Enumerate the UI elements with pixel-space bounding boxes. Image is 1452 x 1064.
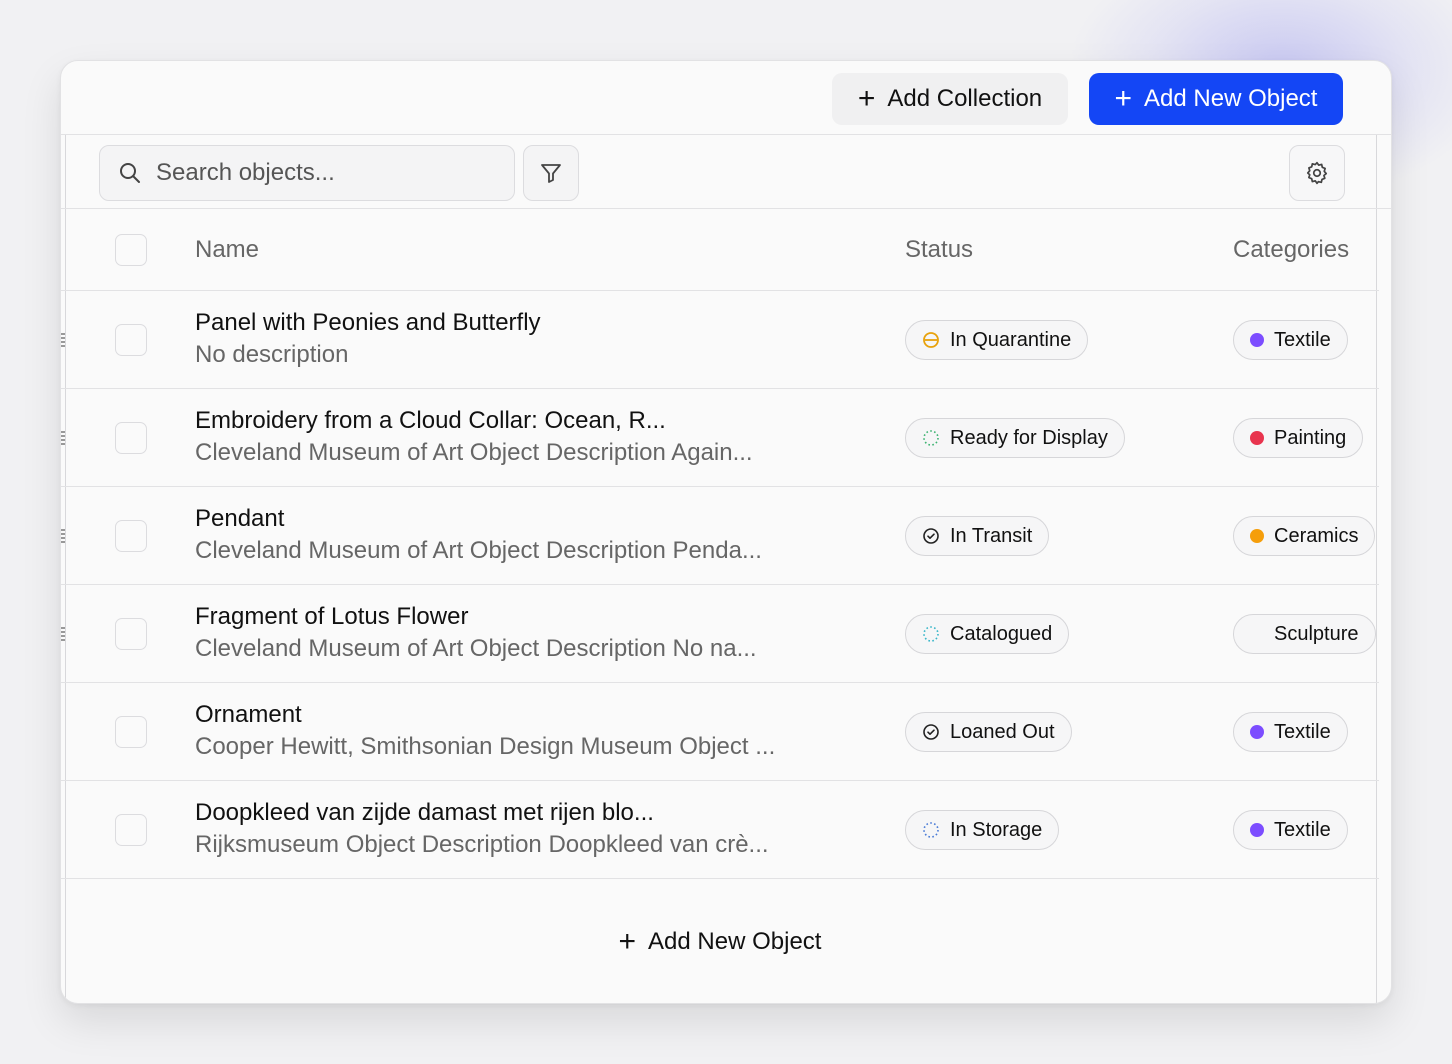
search-icon (120, 163, 140, 183)
table-row[interactable]: Doopkleed van zijde damast met rijen blo… (61, 781, 1379, 879)
add-collection-label: Add Collection (887, 85, 1043, 112)
drag-handle-icon[interactable] (61, 333, 65, 347)
category-label: Sculpture (1274, 622, 1359, 645)
category-badge[interactable]: Sculpture (1233, 614, 1376, 654)
category-badge[interactable]: Textile (1233, 320, 1348, 360)
objects-panel: + Add Collection + Add New Object Search… (60, 60, 1392, 1004)
status-label: In Storage (950, 818, 1043, 841)
category-label: Textile (1274, 818, 1331, 841)
object-description: No description (195, 341, 349, 368)
category-label: Painting (1274, 426, 1347, 449)
category-label: Ceramics (1274, 524, 1359, 547)
table-row[interactable]: Embroidery from a Cloud Collar: Ocean, R… (61, 389, 1379, 487)
object-description: Rijksmuseum Object Description Doopkleed… (195, 831, 769, 858)
row-checkbox[interactable] (115, 324, 147, 356)
row-checkbox[interactable] (115, 618, 147, 650)
status-label: Catalogued (950, 622, 1053, 645)
object-title[interactable]: Embroidery from a Cloud Collar: Ocean, R… (195, 407, 666, 435)
table-row[interactable]: Pendant Cleveland Museum of Art Object D… (61, 487, 1379, 585)
table-body: Panel with Peonies and Butterfly No desc… (61, 291, 1379, 879)
row-checkbox[interactable] (115, 520, 147, 552)
object-title[interactable]: Fragment of Lotus Flower (195, 603, 468, 631)
status-badge[interactable]: Ready for Display (905, 418, 1125, 458)
table-row[interactable]: Fragment of Lotus Flower Cleveland Museu… (61, 585, 1379, 683)
add-new-object-button[interactable]: + Add New Object (1089, 73, 1343, 125)
drag-handle-icon[interactable] (61, 627, 65, 641)
object-description: Cleveland Museum of Art Object Descripti… (195, 635, 757, 662)
search-box[interactable] (99, 145, 515, 201)
check-circle-icon (923, 724, 939, 740)
category-color-dot (1250, 333, 1264, 347)
status-badge[interactable]: In Quarantine (905, 320, 1089, 360)
status-label: Loaned Out (950, 720, 1055, 743)
category-color-dot (1250, 529, 1264, 543)
plus-icon: + (1114, 82, 1133, 115)
column-header-categories[interactable]: Categories (1233, 236, 1349, 264)
object-title[interactable]: Doopkleed van zijde damast met rijen blo… (195, 799, 654, 827)
add-collection-button[interactable]: + Add Collection (832, 73, 1068, 125)
category-color-dot (1250, 627, 1264, 641)
dotted-circle-icon (923, 430, 939, 446)
add-new-object-label: Add New Object (1144, 85, 1318, 112)
search-input[interactable] (156, 159, 496, 187)
table-row[interactable]: Panel with Peonies and Butterfly No desc… (61, 291, 1379, 389)
half-circle-icon (923, 332, 939, 348)
footer-add-new-object-label: Add New Object (648, 928, 822, 955)
drag-handle-icon[interactable] (61, 529, 65, 543)
filter-icon (541, 164, 561, 183)
column-header-name[interactable]: Name (195, 236, 259, 264)
category-color-dot (1250, 823, 1264, 837)
table-header: Name Status Categories (61, 209, 1379, 291)
drag-handle-icon[interactable] (61, 431, 65, 445)
footer-add-new-object-button[interactable]: + Add New Object (61, 879, 1379, 1003)
row-checkbox[interactable] (115, 814, 147, 846)
status-label: In Transit (950, 524, 1033, 547)
status-label: In Quarantine (950, 328, 1072, 351)
check-circle-icon (923, 528, 939, 544)
category-badge[interactable]: Textile (1233, 712, 1348, 752)
dotted-circle-icon (923, 822, 939, 838)
category-badge[interactable]: Ceramics (1233, 516, 1376, 556)
status-badge[interactable]: Catalogued (905, 614, 1070, 654)
status-badge[interactable]: In Transit (905, 516, 1050, 556)
object-description: Cleveland Museum of Art Object Descripti… (195, 537, 762, 564)
object-description: Cooper Hewitt, Smithsonian Design Museum… (195, 733, 776, 760)
category-color-dot (1250, 725, 1264, 739)
object-description: Cleveland Museum of Art Object Descripti… (195, 439, 753, 466)
row-checkbox[interactable] (115, 716, 147, 748)
plus-icon: + (618, 925, 637, 958)
category-label: Textile (1274, 720, 1331, 743)
table-row[interactable]: Ornament Cooper Hewitt, Smithsonian Desi… (61, 683, 1379, 781)
gear-icon (1306, 161, 1328, 185)
category-color-dot (1250, 431, 1264, 445)
category-badge[interactable]: Textile (1233, 810, 1348, 850)
status-badge[interactable]: Loaned Out (905, 712, 1072, 752)
row-checkbox[interactable] (115, 422, 147, 454)
object-title[interactable]: Ornament (195, 701, 302, 729)
object-title[interactable]: Pendant (195, 505, 284, 533)
status-badge[interactable]: In Storage (905, 810, 1060, 850)
column-header-status[interactable]: Status (905, 236, 973, 264)
dotted-circle-icon (923, 626, 939, 642)
category-label: Textile (1274, 328, 1331, 351)
top-bar: + Add Collection + Add New Object (61, 61, 1391, 135)
select-all-checkbox[interactable] (115, 234, 147, 266)
filter-button[interactable] (523, 145, 579, 201)
status-label: Ready for Display (950, 426, 1108, 449)
toolbar (61, 135, 1391, 209)
plus-icon: + (857, 82, 876, 115)
settings-button[interactable] (1289, 145, 1345, 201)
category-badge[interactable]: Painting (1233, 418, 1364, 458)
object-title[interactable]: Panel with Peonies and Butterfly (195, 309, 541, 337)
